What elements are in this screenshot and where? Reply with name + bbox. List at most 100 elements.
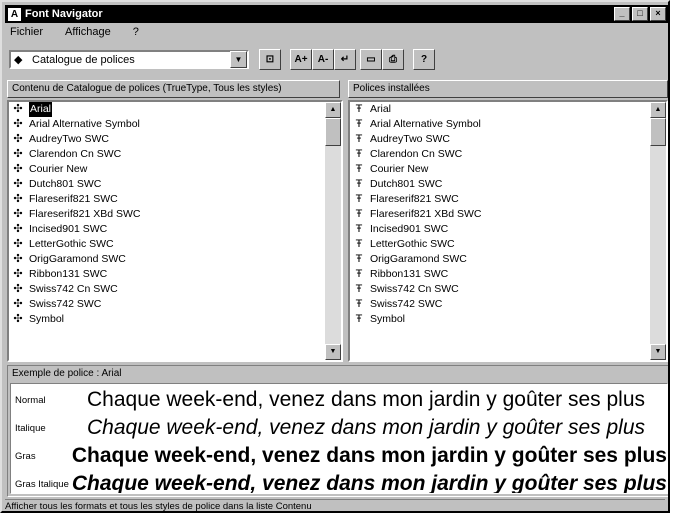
style-name: Normal bbox=[15, 394, 46, 406]
list-item[interactable]: ✣ Symbol bbox=[9, 312, 325, 327]
list-item[interactable]: ✣ Clarendon Cn SWC bbox=[9, 147, 325, 162]
sample-text: Chaque week-end, venez dans mon jardin y… bbox=[87, 388, 645, 411]
list-item[interactable]: ✣ Arial bbox=[9, 102, 325, 117]
list-item[interactable]: Ŧ Arial bbox=[350, 102, 650, 117]
font-file-icon: ✣ bbox=[13, 178, 23, 190]
add-font-icon[interactable]: A+ bbox=[290, 49, 312, 70]
font-file-icon: ✣ bbox=[13, 268, 23, 280]
scroll-up-icon[interactable]: ▲ bbox=[650, 102, 666, 118]
list-item[interactable]: Ŧ Ribbon131 SWC bbox=[350, 267, 650, 282]
font-name: Swiss742 Cn SWC bbox=[370, 283, 459, 295]
list-item[interactable]: ✣ Flareserif821 SWC bbox=[9, 192, 325, 207]
list-item[interactable]: ✣ Swiss742 SWC bbox=[9, 297, 325, 312]
catalog-select[interactable]: ◆ Catalogue de polices ▼ bbox=[9, 50, 249, 69]
list-item[interactable]: Ŧ LetterGothic SWC bbox=[350, 237, 650, 252]
catalog-icon: ◆ bbox=[14, 53, 23, 66]
scroll-down-icon[interactable]: ▼ bbox=[650, 344, 666, 360]
list-item[interactable]: Ŧ Symbol bbox=[350, 312, 650, 327]
menu-item-1[interactable]: Affichage bbox=[62, 25, 114, 43]
catalog-select-value: Catalogue de polices bbox=[32, 53, 135, 66]
remove-font-icon[interactable]: A- bbox=[312, 49, 334, 70]
catalog-search-icon[interactable]: ⊡ bbox=[259, 49, 281, 70]
style-name: Gras Italique bbox=[15, 478, 69, 490]
font-file-icon: ✣ bbox=[13, 118, 23, 130]
font-file-icon: ✣ bbox=[13, 313, 23, 325]
font-file-icon: ✣ bbox=[13, 148, 23, 160]
minimize-icon[interactable]: _ bbox=[614, 7, 630, 21]
menu-item-0[interactable]: Fichier bbox=[7, 25, 46, 43]
list-item[interactable]: ✣ LetterGothic SWC bbox=[9, 237, 325, 252]
font-name: Flareserif821 XBd SWC bbox=[370, 208, 482, 220]
font-file-icon: ✣ bbox=[13, 163, 23, 175]
catalog-font-list[interactable]: ✣ Arial ✣ Arial Alternative Symbol ✣ AudreyTw… bbox=[9, 102, 325, 360]
list-item[interactable]: ✣ Incised901 SWC bbox=[9, 222, 325, 237]
list-item[interactable]: Ŧ Swiss742 Cn SWC bbox=[350, 282, 650, 297]
status-bar: Afficher tous les formats et tous les st… bbox=[5, 499, 665, 511]
right-scrollbar[interactable]: ▲ ▼ bbox=[650, 102, 666, 360]
font-file-icon: Ŧ bbox=[355, 298, 363, 310]
menu-item-2[interactable]: ? bbox=[130, 25, 142, 43]
font-file-icon: ✣ bbox=[13, 283, 23, 295]
installed-font-list[interactable]: Ŧ Arial Ŧ Arial Alternative Symbol Ŧ AudreyTw… bbox=[350, 102, 650, 360]
list-item[interactable]: Ŧ Flareserif821 SWC bbox=[350, 192, 650, 207]
font-file-icon: ✣ bbox=[13, 103, 23, 115]
font-file-icon: Ŧ bbox=[355, 283, 363, 295]
list-item[interactable]: ✣ Dutch801 SWC bbox=[9, 177, 325, 192]
list-item[interactable]: Ŧ Arial Alternative Symbol bbox=[350, 117, 650, 132]
list-item[interactable]: Ŧ Flareserif821 XBd SWC bbox=[350, 207, 650, 222]
font-navigator-window: A Font Navigator _ □ × Fichier Affichage? ◆… bbox=[0, 0, 670, 513]
list-item[interactable]: ✣ Arial Alternative Symbol bbox=[9, 117, 325, 132]
font-name: Arial Alternative Symbol bbox=[29, 118, 140, 130]
chevron-down-icon[interactable]: ▼ bbox=[230, 51, 247, 68]
list-item[interactable]: Ŧ Incised901 SWC bbox=[350, 222, 650, 237]
scroll-thumb[interactable] bbox=[325, 118, 341, 146]
preview-header: Exemple de police : Arial bbox=[12, 368, 122, 379]
font-file-icon: Ŧ bbox=[355, 193, 363, 205]
properties-icon[interactable]: ▭ bbox=[360, 49, 382, 70]
list-item[interactable]: ✣ AudreyTwo SWC bbox=[9, 132, 325, 147]
list-item[interactable]: Ŧ Swiss742 SWC bbox=[350, 297, 650, 312]
font-name: Incised901 SWC bbox=[29, 223, 108, 235]
list-item[interactable]: Ŧ Clarendon Cn SWC bbox=[350, 147, 650, 162]
list-item[interactable]: ✣ OrigGaramond SWC bbox=[9, 252, 325, 267]
font-name: LetterGothic SWC bbox=[370, 238, 455, 250]
font-name: Dutch801 SWC bbox=[370, 178, 443, 190]
font-name: Dutch801 SWC bbox=[29, 178, 102, 190]
scroll-thumb[interactable] bbox=[650, 118, 666, 146]
close-icon[interactable]: × bbox=[650, 7, 666, 21]
list-item[interactable]: ✣ Courier New bbox=[9, 162, 325, 177]
font-file-icon: ✣ bbox=[13, 208, 23, 220]
font-name: Courier New bbox=[370, 163, 429, 175]
font-name: Flareserif821 SWC bbox=[370, 193, 459, 205]
scroll-up-icon[interactable]: ▲ bbox=[325, 102, 341, 118]
font-name: Symbol bbox=[370, 313, 406, 325]
font-name: Courier New bbox=[29, 163, 88, 175]
font-name: Flareserif821 XBd SWC bbox=[29, 208, 141, 220]
font-name: Clarendon Cn SWC bbox=[29, 148, 122, 160]
list-item[interactable]: Ŧ Dutch801 SWC bbox=[350, 177, 650, 192]
font-name: AudreyTwo SWC bbox=[29, 133, 109, 145]
font-file-icon: Ŧ bbox=[355, 313, 363, 325]
list-item[interactable]: Ŧ AudreyTwo SWC bbox=[350, 132, 650, 147]
list-item[interactable]: ✣ Swiss742 Cn SWC bbox=[9, 282, 325, 297]
preview-row: Normal Chaque week-end, venez dans mon ja… bbox=[11, 386, 667, 414]
list-item[interactable]: ✣ Flareserif821 XBd SWC bbox=[9, 207, 325, 222]
left-scrollbar[interactable]: ▲ ▼ bbox=[325, 102, 341, 360]
font-file-icon: Ŧ bbox=[355, 133, 363, 145]
font-name: Ribbon131 SWC bbox=[370, 268, 449, 280]
help-icon[interactable]: ? bbox=[413, 49, 435, 70]
list-item[interactable]: Ŧ Courier New bbox=[350, 162, 650, 177]
font-file-icon: ✣ bbox=[13, 238, 23, 250]
font-file-icon: ✣ bbox=[13, 223, 23, 235]
scroll-down-icon[interactable]: ▼ bbox=[325, 344, 341, 360]
list-item[interactable]: Ŧ OrigGaramond SWC bbox=[350, 252, 650, 267]
print-icon[interactable]: ⎙ bbox=[382, 49, 404, 70]
maximize-icon[interactable]: □ bbox=[632, 7, 648, 21]
title-bar[interactable]: A Font Navigator _ □ × bbox=[5, 5, 668, 23]
left-panel-header: Contenu de Catalogue de polices (TrueTyp… bbox=[7, 80, 340, 98]
install-font-icon[interactable]: ↵ bbox=[334, 49, 356, 70]
toolbar: ◆ Catalogue de polices ▼ ⊡ A+ A- ↵ ▭ ⎙? bbox=[7, 46, 668, 76]
font-name: Arial Alternative Symbol bbox=[370, 118, 481, 130]
font-name: Flareserif821 SWC bbox=[29, 193, 118, 205]
list-item[interactable]: ✣ Ribbon131 SWC bbox=[9, 267, 325, 282]
